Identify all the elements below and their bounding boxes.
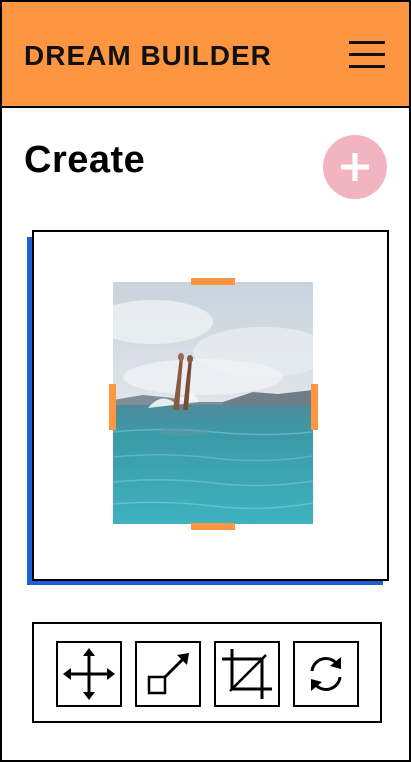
crop-handle-top[interactable] (191, 278, 235, 285)
plus-icon (341, 153, 369, 181)
app-title: DREAM BUILDER (24, 40, 272, 71)
resize-icon (147, 653, 189, 695)
page-title: Create (24, 139, 146, 181)
crop-tool-button[interactable] (214, 641, 280, 707)
app-header: DREAM BUILDER (2, 2, 409, 108)
crop-handle-right[interactable] (311, 384, 318, 430)
image-canvas (32, 230, 389, 581)
edit-toolbar (32, 622, 382, 723)
rotate-icon (310, 657, 342, 691)
move-tool-button[interactable] (56, 641, 122, 707)
resize-tool-button[interactable] (135, 641, 201, 707)
app-frame: DREAM BUILDER Create (0, 0, 411, 762)
move-icon (63, 648, 115, 700)
photo[interactable] (113, 282, 313, 524)
rotate-tool-button[interactable] (293, 641, 359, 707)
add-button[interactable] (323, 135, 387, 199)
crop-icon (222, 649, 272, 699)
crop-handle-left[interactable] (109, 384, 116, 430)
hamburger-menu-icon[interactable] (347, 38, 387, 72)
crop-handle-bottom[interactable] (191, 523, 235, 530)
